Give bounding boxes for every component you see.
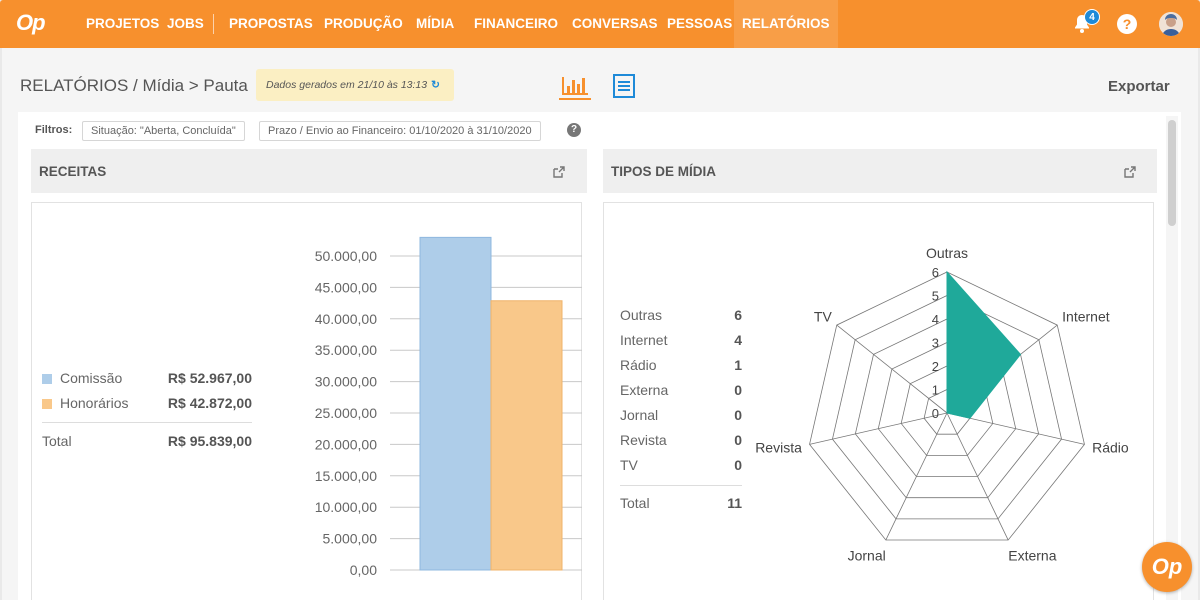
- tipos-radar-chart: 0 1 2 3 4 5 6 Outras Internet Rádio Externa Jornal R…: [755, 245, 1129, 564]
- tipos-row-label: Externa: [620, 382, 669, 398]
- radar-tick-label: 5: [932, 289, 939, 304]
- tipos-title: TIPOS DE MÍDIA: [611, 164, 717, 179]
- radar-tick-label: 2: [932, 359, 939, 374]
- breadcrumb: RELATÓRIOS / Mídia > Pauta: [20, 76, 248, 95]
- receitas-title: RECEITAS: [39, 164, 107, 179]
- radar-axis-label: Outras: [926, 245, 968, 261]
- legend-divider: [42, 422, 252, 423]
- radar-tick-label: 4: [932, 312, 939, 327]
- avatar[interactable]: [1159, 12, 1183, 36]
- radar-tick-label: 3: [932, 336, 939, 351]
- y-tick-label: 50.000,00: [315, 248, 377, 264]
- receitas-bar-chart: 0,00 5.000,00 10.000,00 15.000,00 20.000,00 2…: [315, 236, 582, 578]
- legend-swatch-honorarios: [42, 399, 52, 409]
- nav-propostas[interactable]: PROPOSTAS: [229, 0, 313, 48]
- filters-help-icon[interactable]: ?: [567, 123, 581, 137]
- radar-tick-label: 1: [932, 383, 939, 398]
- legend-label-honorarios: Honorários: [60, 395, 129, 411]
- receitas-total-label: Total: [42, 433, 72, 449]
- radar-tick-label: 6: [932, 265, 939, 280]
- radar-axis-label: Jornal: [848, 548, 886, 564]
- radar-axis-label: Internet: [1062, 308, 1110, 324]
- generated-info: Dados gerados em 21/10 às 13:13 ↻: [256, 69, 454, 101]
- tipos-row-label: Outras: [620, 307, 663, 323]
- radar-axis-label: Rádio: [1092, 439, 1129, 455]
- nav-midia[interactable]: MÍDIA: [416, 0, 454, 48]
- legend-label-comissao: Comissão: [60, 370, 123, 386]
- tipos-total-label: Total: [620, 495, 650, 511]
- external-link-icon[interactable]: [1123, 165, 1137, 179]
- bar-comissão: [419, 236, 492, 571]
- legend-value-honorarios: R$ 42.872,00: [167, 395, 252, 411]
- nav-financeiro[interactable]: FINANCEIRO: [474, 0, 558, 48]
- nav-pessoas[interactable]: PESSOAS: [667, 0, 732, 48]
- tipos-body: Outras 6 Internet 4 Rádio 1 Externa 0 Jornal 0 Rev…: [603, 202, 1154, 600]
- tipos-divider: [620, 485, 742, 486]
- filter-chip-prazo[interactable]: Prazo / Envio ao Financeiro: 01/10/2020 …: [259, 121, 541, 141]
- app-logo[interactable]: Op: [16, 10, 50, 38]
- radar-spoke: [836, 324, 948, 414]
- tipos-total-value: 11: [727, 495, 742, 511]
- tipos-header: TIPOS DE MÍDIA: [603, 149, 1157, 193]
- list-view-icon[interactable]: [612, 74, 638, 100]
- y-tick-label: 45.000,00: [315, 279, 377, 295]
- radar-tick-label: 0: [932, 406, 939, 421]
- tipos-row-label: TV: [620, 457, 638, 473]
- filter-chip-situacao[interactable]: Situação: "Aberta, Concluída": [82, 121, 245, 141]
- y-tick-label: 35.000,00: [315, 342, 377, 358]
- y-tick-label: 25.000,00: [315, 405, 377, 421]
- radar-spoke: [809, 412, 948, 445]
- filters-label: Filtros:: [35, 124, 73, 136]
- nav-conversas[interactable]: CONVERSAS: [572, 0, 658, 48]
- tipos-row-label: Internet: [620, 332, 668, 348]
- tipos-row-value: 4: [734, 332, 742, 348]
- tipos-row-label: Rádio: [620, 357, 657, 373]
- tipos-row-value: 0: [734, 382, 742, 398]
- y-tick-label: 10.000,00: [315, 499, 377, 515]
- y-tick-label: 5.000,00: [323, 531, 378, 547]
- nav-divider: [213, 14, 214, 34]
- y-tick-label: 15.000,00: [315, 468, 377, 484]
- external-link-icon[interactable]: [552, 165, 566, 179]
- radar-axis-label: TV: [814, 308, 833, 324]
- y-tick-label: 40.000,00: [315, 311, 377, 327]
- tipos-row-label: Revista: [620, 432, 667, 448]
- report-content: Filtros: Situação: "Aberta, Concluída" P…: [18, 112, 1181, 600]
- nav-relatorios[interactable]: RELATÓRIOS: [734, 0, 838, 48]
- tipos-row-value: 0: [734, 432, 742, 448]
- receitas-total-value: R$ 95.839,00: [167, 433, 252, 449]
- bar-honorários: [490, 300, 563, 571]
- legend-swatch-comissao: [42, 374, 52, 384]
- refresh-icon[interactable]: ↻: [431, 79, 440, 91]
- nav-jobs[interactable]: JOBS: [167, 0, 204, 48]
- top-navbar: Op PROJETOS JOBS PROPOSTAS PRODUÇÃO MÍDI…: [0, 0, 1200, 48]
- generated-text: Dados gerados em 21/10 às 13:13: [266, 79, 428, 91]
- tipos-row-label: Jornal: [620, 407, 659, 423]
- tipos-row-value: 6: [734, 307, 742, 323]
- y-tick-label: 0,00: [350, 562, 377, 578]
- tipos-row-value: 0: [734, 407, 742, 423]
- tipos-row-value: 0: [734, 457, 742, 473]
- y-tick-label: 30.000,00: [315, 374, 377, 390]
- help-icon[interactable]: ?: [1117, 14, 1137, 34]
- tipos-row-value: 1: [734, 357, 742, 373]
- receitas-body: Comissão R$ 52.967,00 Honorários R$ 42.8…: [31, 202, 582, 600]
- scrollbar-thumb[interactable]: [1168, 120, 1176, 226]
- floating-op-button[interactable]: Op: [1142, 542, 1192, 592]
- y-tick-label: 20.000,00: [315, 436, 377, 452]
- radar-axis-label: Externa: [1008, 548, 1056, 564]
- legend-value-comissao: R$ 52.967,00: [167, 370, 252, 386]
- radar-axis-label: Revista: [755, 439, 802, 455]
- chart-view-icon[interactable]: [559, 74, 591, 100]
- export-button[interactable]: Exportar: [1108, 78, 1170, 95]
- notification-badge: 4: [1084, 9, 1100, 25]
- nav-projetos[interactable]: PROJETOS: [86, 0, 159, 48]
- receitas-header: RECEITAS: [31, 149, 587, 193]
- nav-producao[interactable]: PRODUÇÃO: [324, 0, 403, 48]
- radar-data-area: [946, 270, 1022, 419]
- page: RELATÓRIOS / Mídia > Pauta Dados gerados…: [2, 48, 1198, 600]
